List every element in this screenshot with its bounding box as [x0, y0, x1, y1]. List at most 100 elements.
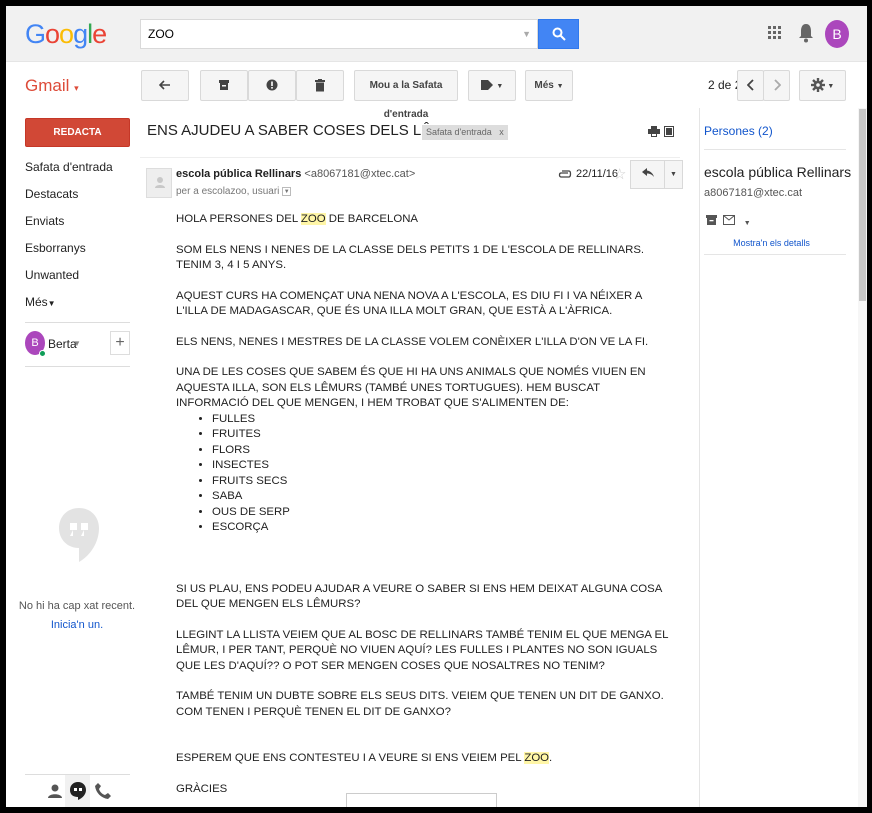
star-icon[interactable]: ☆: [613, 165, 626, 183]
label-tag-icon: [480, 80, 493, 91]
archive-icon: [219, 80, 229, 91]
search-box: ▼: [140, 19, 538, 49]
show-details-link[interactable]: Mostra'n els detalls: [704, 238, 839, 248]
move-to-inbox-button[interactable]: Mou a la Safata d'entrada: [354, 70, 458, 120]
search-button[interactable]: [538, 19, 579, 49]
contact-actions: ▼: [706, 214, 751, 228]
body-paragraph: SOM ELS NENS I NENES DE LA CLASSE DELS P…: [176, 243, 645, 272]
phone-call-icon[interactable]: [93, 781, 113, 801]
body-paragraph: ESPEREM QUE ENS CONTESTEU I A VEURE SI E…: [176, 751, 671, 767]
settings-button[interactable]: ▼: [799, 70, 846, 101]
labels-button[interactable]: ▼: [468, 70, 516, 101]
reply-button[interactable]: [630, 160, 665, 189]
reply-more-options-button[interactable]: ▼: [664, 160, 683, 189]
list-item: SABA: [212, 489, 671, 505]
body-paragraph: SI US PLAU, ENS PODEU AJUDAR A VEURE O S…: [176, 582, 662, 611]
gmail-label: Gmail: [25, 76, 70, 95]
sender-name[interactable]: escola pública Rellinars: [176, 168, 301, 180]
list-item: FRUITS SECS: [212, 474, 671, 490]
account-avatar[interactable]: B: [825, 20, 849, 48]
start-chat-link[interactable]: Inicia'n un.: [12, 619, 142, 631]
email-envelope-icon[interactable]: [723, 215, 736, 225]
scrollbar-thumb[interactable]: [859, 109, 866, 301]
sidebar-item-sent[interactable]: Enviats: [25, 210, 135, 237]
closing-text-post: .: [549, 752, 553, 764]
sidebar-item-inbox[interactable]: Safata d'entrada: [25, 156, 135, 183]
list-item: FRUITES: [212, 427, 671, 443]
sender-avatar[interactable]: [146, 168, 172, 198]
reply-box[interactable]: [346, 793, 497, 807]
report-spam-button[interactable]: [248, 70, 296, 101]
gmail-menu[interactable]: Gmail ▾: [25, 76, 79, 96]
reply-arrow-icon: [641, 168, 654, 177]
inbox-label-text: Safata d'entrada: [426, 127, 492, 137]
sidebar-item-unwanted[interactable]: Unwanted: [25, 264, 135, 291]
remove-label-button[interactable]: x: [499, 127, 504, 137]
report-spam-icon: [266, 79, 278, 91]
archive-button[interactable]: [200, 70, 248, 101]
list-item: OUS DE SERP: [212, 505, 671, 521]
list-item: ESCORÇA: [212, 520, 671, 536]
recipients-text: per a escolazoo, usuari: [176, 186, 280, 197]
divider: [140, 157, 680, 158]
gear-icon: [810, 78, 825, 93]
body-paragraph: AQUEST CURS HA COMENÇAT UNA NENA NOVA A …: [176, 289, 642, 318]
search-icon: [552, 27, 566, 41]
google-logo[interactable]: Google: [25, 19, 107, 50]
back-to-inbox-button[interactable]: [141, 70, 189, 101]
sidebar-item-drafts[interactable]: Esborranys: [25, 237, 135, 264]
body-greeting: HOLA PERSONES DEL ZOO DE BARCELONA: [176, 212, 671, 228]
delete-button[interactable]: [296, 70, 344, 101]
divider: [704, 254, 846, 255]
search-options-caret-icon[interactable]: ▼: [522, 29, 531, 39]
list-item: INSECTES: [212, 458, 671, 474]
recipients-line: per a escolazoo, usuari ▼: [176, 186, 292, 197]
notifications-bell-icon[interactable]: [798, 23, 814, 43]
show-details-caret-icon[interactable]: ▼: [282, 186, 292, 196]
message-date: 22/11/16: [576, 168, 619, 180]
search-highlight: ZOO: [300, 213, 326, 225]
sender-line: escola pública Rellinars <a8067181@xtec.…: [176, 168, 415, 180]
contact-more-caret-icon[interactable]: ▼: [744, 220, 751, 227]
contacts-person-icon[interactable]: [45, 781, 65, 801]
open-in-new-window-icon[interactable]: [664, 126, 674, 137]
no-recent-chats-text: No hi ha cap xat recent.: [18, 600, 136, 612]
new-chat-button[interactable]: +: [110, 331, 130, 355]
gmail-caret-icon: ▾: [74, 83, 79, 93]
older-button[interactable]: [763, 70, 790, 101]
chevron-right-icon: [773, 79, 781, 91]
apps-grid-icon[interactable]: [768, 26, 782, 40]
chat-status-caret-icon[interactable]: ▼: [73, 339, 81, 348]
inbox-label-tag[interactable]: Safata d'entrada x: [422, 125, 508, 140]
message-body: HOLA PERSONES DEL ZOO DE BARCELONA SOM E…: [176, 212, 671, 797]
labels-caret-icon: ▼: [496, 83, 504, 90]
body-paragraph: LLEGINT LA LLISTA VEIEM QUE AL BOSC DE R…: [176, 628, 669, 672]
list-item: FLORS: [212, 443, 671, 459]
settings-caret-icon: ▼: [827, 83, 835, 90]
search-highlight: ZOO: [524, 752, 550, 764]
top-bar: Google ▼ B: [6, 6, 867, 62]
greeting-text-post: DE BARCELONA: [325, 213, 419, 225]
divider: [25, 366, 130, 367]
closing-text-pre: ESPEREM QUE ENS CONTESTEU I A VEURE SI E…: [176, 752, 525, 764]
divider: [25, 322, 130, 323]
sidebar-more-label: Més: [25, 295, 48, 309]
contact-email: a8067181@xtec.cat: [704, 187, 803, 199]
divider: [704, 149, 846, 150]
archive-icon[interactable]: [706, 215, 717, 225]
newer-button[interactable]: [737, 70, 764, 101]
divider: [699, 108, 700, 807]
hangouts-chat-icon[interactable]: [68, 781, 88, 801]
sidebar-item-starred[interactable]: Destacats: [25, 183, 135, 210]
people-panel-title[interactable]: Persones (2): [704, 124, 773, 138]
search-input[interactable]: [141, 20, 501, 48]
contact-name: escola pública Rellinars: [704, 164, 852, 180]
attachment-paperclip-icon: [558, 170, 572, 178]
more-actions-button[interactable]: Més ▼: [525, 70, 573, 101]
sidebar-item-more[interactable]: Més▼: [25, 291, 135, 318]
sender-email: <a8067181@xtec.cat>: [304, 168, 416, 180]
person-placeholder-icon: [155, 177, 165, 188]
print-icon[interactable]: [648, 126, 660, 137]
compose-button[interactable]: REDACTA: [25, 118, 130, 147]
more-actions-label: Més: [534, 80, 554, 91]
